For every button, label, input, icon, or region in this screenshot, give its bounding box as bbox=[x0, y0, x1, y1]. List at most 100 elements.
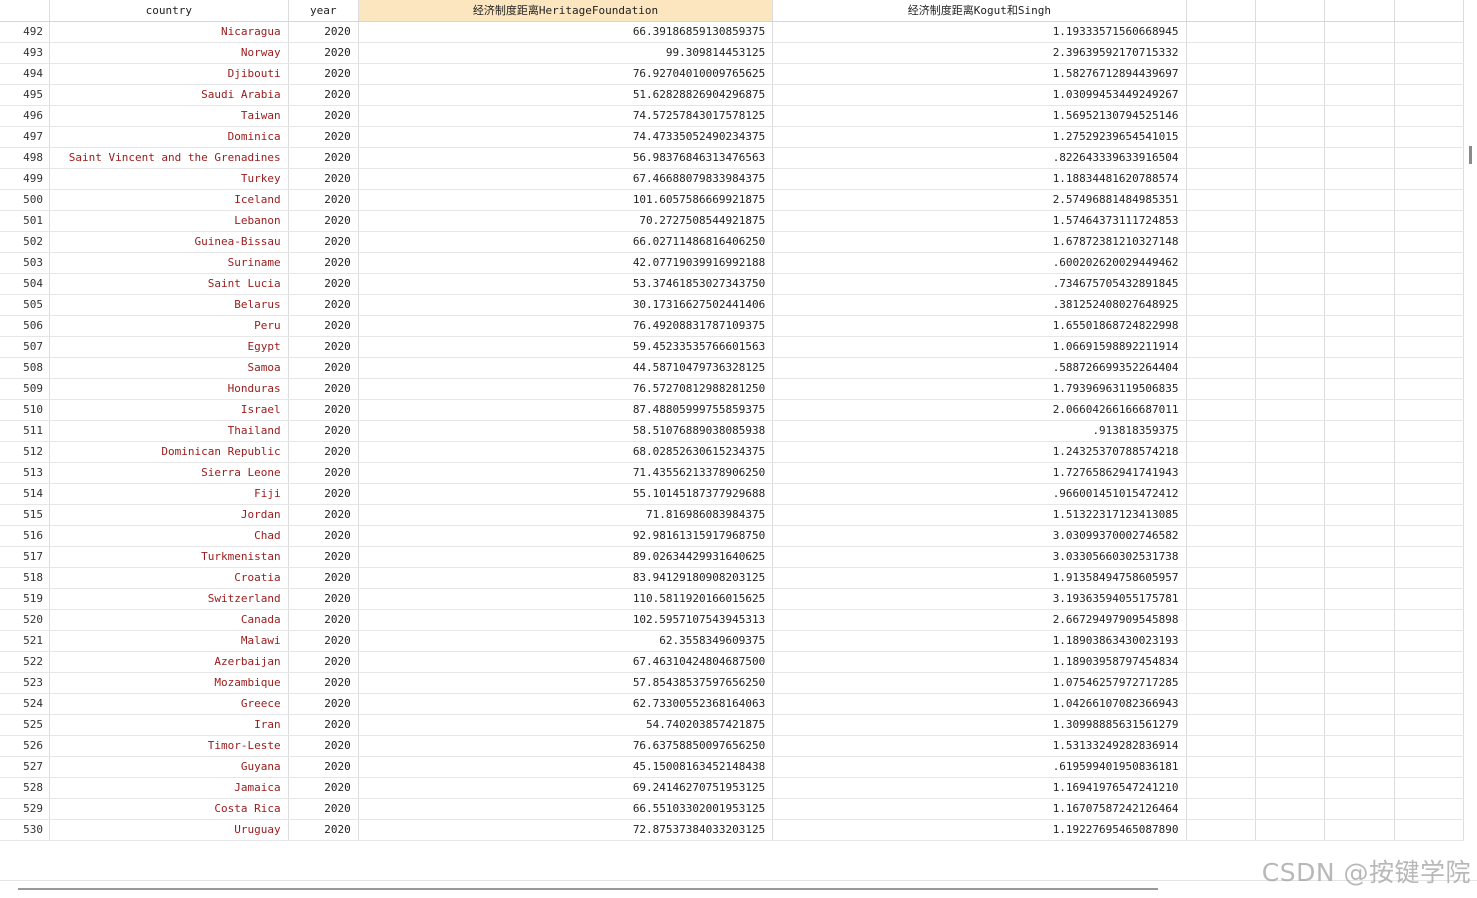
cell-kogut-singh-distance[interactable]: 1.24325370788574218 bbox=[772, 441, 1187, 463]
cell-year[interactable]: 2020 bbox=[288, 21, 359, 43]
cell-country[interactable]: Jordan bbox=[49, 504, 289, 526]
cell-empty[interactable] bbox=[1394, 357, 1464, 379]
cell-year[interactable]: 2020 bbox=[288, 462, 359, 484]
cell-kogut-singh-distance[interactable]: 1.79396963119506835 bbox=[772, 378, 1187, 400]
cell-empty[interactable] bbox=[1186, 672, 1256, 694]
cell-heritage-distance[interactable]: 66.55103302001953125 bbox=[358, 798, 774, 820]
cell-empty[interactable] bbox=[1186, 189, 1256, 211]
cell-year[interactable]: 2020 bbox=[288, 378, 359, 400]
cell-empty[interactable] bbox=[1394, 147, 1464, 169]
cell-empty[interactable] bbox=[1324, 84, 1395, 106]
cell-kogut-singh-distance[interactable]: .381252408027648925 bbox=[772, 294, 1187, 316]
cell-kogut-singh-distance[interactable]: 2.39639592170715332 bbox=[772, 42, 1187, 64]
cell-empty[interactable] bbox=[1324, 168, 1395, 190]
cell-year[interactable]: 2020 bbox=[288, 483, 359, 505]
cell-country[interactable]: Azerbaijan bbox=[49, 651, 289, 673]
cell-empty[interactable] bbox=[1255, 42, 1326, 64]
cell-heritage-distance[interactable]: 42.07719039916992188 bbox=[358, 252, 774, 274]
cell-empty[interactable] bbox=[1394, 609, 1464, 631]
cell-empty[interactable] bbox=[1324, 42, 1395, 64]
cell-empty[interactable] bbox=[1394, 231, 1464, 253]
row-number[interactable]: 508 bbox=[0, 357, 50, 379]
cell-heritage-distance[interactable]: 74.47335052490234375 bbox=[358, 126, 774, 148]
row-number[interactable]: 500 bbox=[0, 189, 50, 211]
cell-empty[interactable] bbox=[1324, 231, 1395, 253]
cell-heritage-distance[interactable]: 71.43556213378906250 bbox=[358, 462, 774, 484]
cell-heritage-distance[interactable]: 99.309814453125 bbox=[358, 42, 774, 64]
cell-kogut-singh-distance[interactable]: 1.51322317123413085 bbox=[772, 504, 1187, 526]
cell-year[interactable]: 2020 bbox=[288, 126, 359, 148]
cell-empty[interactable] bbox=[1394, 252, 1464, 274]
cell-empty[interactable] bbox=[1255, 525, 1326, 547]
cell-empty[interactable] bbox=[1186, 567, 1256, 589]
cell-year[interactable]: 2020 bbox=[288, 315, 359, 337]
row-number[interactable]: 503 bbox=[0, 252, 50, 274]
cell-empty[interactable] bbox=[1394, 210, 1464, 232]
column-header-empty[interactable] bbox=[1394, 0, 1464, 22]
row-number[interactable]: 524 bbox=[0, 693, 50, 715]
cell-country[interactable]: Guyana bbox=[49, 756, 289, 778]
cell-empty[interactable] bbox=[1394, 819, 1464, 841]
cell-year[interactable]: 2020 bbox=[288, 231, 359, 253]
column-header-heritage-distance[interactable]: 经济制度距离HeritageFoundation bbox=[358, 0, 774, 22]
cell-empty[interactable] bbox=[1324, 378, 1395, 400]
cell-country[interactable]: Dominica bbox=[49, 126, 289, 148]
cell-country[interactable]: Costa Rica bbox=[49, 798, 289, 820]
cell-empty[interactable] bbox=[1186, 378, 1256, 400]
cell-empty[interactable] bbox=[1255, 210, 1326, 232]
cell-heritage-distance[interactable]: 101.6057586669921875 bbox=[358, 189, 774, 211]
cell-heritage-distance[interactable]: 59.45233535766601563 bbox=[358, 336, 774, 358]
row-number[interactable]: 511 bbox=[0, 420, 50, 442]
cell-year[interactable]: 2020 bbox=[288, 105, 359, 127]
row-number[interactable]: 512 bbox=[0, 441, 50, 463]
cell-empty[interactable] bbox=[1186, 441, 1256, 463]
cell-empty[interactable] bbox=[1255, 147, 1326, 169]
row-number[interactable]: 523 bbox=[0, 672, 50, 694]
cell-empty[interactable] bbox=[1324, 357, 1395, 379]
cell-year[interactable]: 2020 bbox=[288, 756, 359, 778]
cell-kogut-singh-distance[interactable]: .734675705432891845 bbox=[772, 273, 1187, 295]
cell-kogut-singh-distance[interactable]: 2.66729497909545898 bbox=[772, 609, 1187, 631]
cell-year[interactable]: 2020 bbox=[288, 819, 359, 841]
cell-empty[interactable] bbox=[1186, 462, 1256, 484]
row-number[interactable]: 518 bbox=[0, 567, 50, 589]
cell-country[interactable]: Malawi bbox=[49, 630, 289, 652]
cell-empty[interactable] bbox=[1255, 798, 1326, 820]
cell-year[interactable]: 2020 bbox=[288, 168, 359, 190]
row-number[interactable]: 501 bbox=[0, 210, 50, 232]
cell-empty[interactable] bbox=[1255, 504, 1326, 526]
cell-country[interactable]: Uruguay bbox=[49, 819, 289, 841]
cell-empty[interactable] bbox=[1186, 525, 1256, 547]
cell-empty[interactable] bbox=[1255, 441, 1326, 463]
cell-empty[interactable] bbox=[1394, 798, 1464, 820]
cell-empty[interactable] bbox=[1186, 420, 1256, 442]
cell-empty[interactable] bbox=[1394, 273, 1464, 295]
cell-empty[interactable] bbox=[1394, 42, 1464, 64]
row-number[interactable]: 519 bbox=[0, 588, 50, 610]
cell-year[interactable]: 2020 bbox=[288, 567, 359, 589]
cell-empty[interactable] bbox=[1324, 462, 1395, 484]
cell-heritage-distance[interactable]: 102.5957107543945313 bbox=[358, 609, 774, 631]
cell-empty[interactable] bbox=[1255, 126, 1326, 148]
cell-heritage-distance[interactable]: 71.816986083984375 bbox=[358, 504, 774, 526]
cell-empty[interactable] bbox=[1324, 777, 1395, 799]
row-number[interactable]: 529 bbox=[0, 798, 50, 820]
cell-empty[interactable] bbox=[1324, 126, 1395, 148]
cell-kogut-singh-distance[interactable]: 1.91358494758605957 bbox=[772, 567, 1187, 589]
cell-year[interactable]: 2020 bbox=[288, 630, 359, 652]
cell-empty[interactable] bbox=[1324, 210, 1395, 232]
cell-empty[interactable] bbox=[1324, 504, 1395, 526]
cell-empty[interactable] bbox=[1255, 777, 1326, 799]
cell-empty[interactable] bbox=[1324, 756, 1395, 778]
cell-kogut-singh-distance[interactable]: .822643339633916504 bbox=[772, 147, 1187, 169]
cell-kogut-singh-distance[interactable]: 1.56952130794525146 bbox=[772, 105, 1187, 127]
cell-kogut-singh-distance[interactable]: 3.03099370002746582 bbox=[772, 525, 1187, 547]
row-number[interactable]: 510 bbox=[0, 399, 50, 421]
cell-empty[interactable] bbox=[1255, 294, 1326, 316]
cell-year[interactable]: 2020 bbox=[288, 735, 359, 757]
cell-country[interactable]: Turkey bbox=[49, 168, 289, 190]
cell-year[interactable]: 2020 bbox=[288, 63, 359, 85]
cell-kogut-singh-distance[interactable]: 1.07546257972717285 bbox=[772, 672, 1187, 694]
cell-empty[interactable] bbox=[1324, 588, 1395, 610]
cell-kogut-singh-distance[interactable]: 1.30998885631561279 bbox=[772, 714, 1187, 736]
